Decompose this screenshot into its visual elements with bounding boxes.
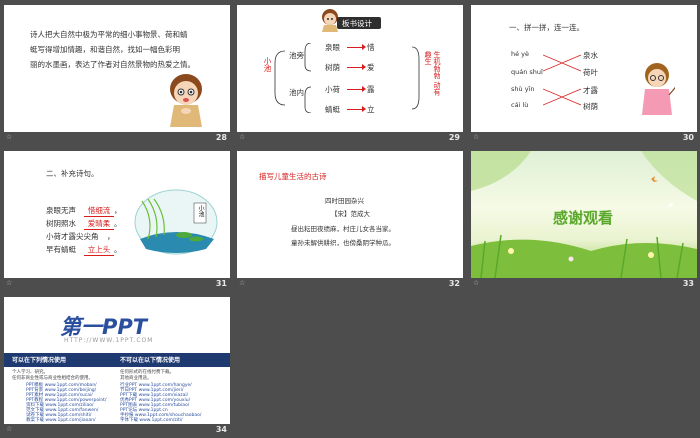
allowed-sub-2: 任何非商业性或与商业性相结合的使用。 xyxy=(12,376,93,381)
poem-author: 【宋】范成大 xyxy=(331,210,370,218)
pinyin-1: hé yè xyxy=(511,50,530,58)
thanks-title: 感谢观看 xyxy=(553,209,614,227)
forbidden-sub-2: 其他商业用途。 xyxy=(120,376,152,381)
star-icon[interactable]: ☆ xyxy=(473,133,479,141)
usage-forbidden-title: 不可以在以下情况使用 xyxy=(120,357,181,364)
right-title: 生机勃勃 动有趣生 xyxy=(424,51,441,96)
slide-33[interactable]: 感谢观看 ☆ 33 xyxy=(471,151,697,292)
poem-line-1: 昼出耘田夜绩麻，村庄儿女各当家。 xyxy=(291,225,395,233)
slide-number: 33 xyxy=(682,279,694,288)
star-icon[interactable]: ☆ xyxy=(6,279,12,287)
result-3: 露 xyxy=(367,85,375,94)
usage-allowed-title: 可以在下列情况使用 xyxy=(12,357,67,364)
group-label-chipang: 池旁 xyxy=(289,51,304,60)
picture-label: 小池 xyxy=(197,205,204,217)
cartoon-girl-icon xyxy=(170,74,202,127)
arrow xyxy=(347,106,366,112)
word-4: 树荫 xyxy=(583,102,598,111)
line-1-suffix: ， xyxy=(114,206,122,215)
slide-number: 30 xyxy=(682,133,694,142)
matching-lines xyxy=(543,54,582,106)
slide-number: 31 xyxy=(215,279,227,288)
line-4-prefix: 早有蜻蜓 xyxy=(46,245,76,254)
slide-number: 32 xyxy=(448,279,460,288)
slide-32-thumbnail[interactable]: 描写儿童生活的古诗 四时田园杂兴 【宋】范成大 昼出耘田夜绩麻，村庄儿女各当家。… xyxy=(237,151,463,278)
word-1: 泉水 xyxy=(583,51,598,60)
slide-34-thumbnail[interactable]: 第一PPT HTTP://WWW.1PPT.COM 可以在下列情况使用 不可以在… xyxy=(4,297,230,424)
brand-url: HTTP://WWW.1PPT.COM xyxy=(64,337,154,344)
poem-section-heading: 描写儿童生活的古诗 xyxy=(259,172,327,181)
slide-33-footer: ☆ 33 xyxy=(471,278,697,292)
slide-34[interactable]: 第一PPT HTTP://WWW.1PPT.COM 可以在下列情况使用 不可以在… xyxy=(4,297,230,438)
result-1: 惜 xyxy=(367,43,375,52)
line-2-answer: 爱晴柔 xyxy=(84,218,114,230)
arrow xyxy=(347,86,366,92)
banner-label: 板书设计 xyxy=(342,19,372,28)
item-3: 小荷 xyxy=(325,85,340,94)
line-2-prefix: 树阴照水 xyxy=(46,219,76,228)
slide-31-thumbnail[interactable]: 二、补充诗句。 泉眼无声 惜细流 ， 树阴照水 爱晴柔 。 小荷才露尖尖角 ， … xyxy=(4,151,230,278)
item-1: 泉眼 xyxy=(325,43,340,52)
slide-32[interactable]: 描写儿童生活的古诗 四时田园杂兴 【宋】范成大 昼出耘田夜绩麻，村庄儿女各当家。… xyxy=(237,151,463,292)
poem-line-2: 童孙未解供耕织，也傍桑阴学种瓜。 xyxy=(291,239,395,247)
pinyin-2: quán shuǐ xyxy=(511,68,543,76)
slide-28-footer: ☆ 28 xyxy=(4,132,230,146)
slide-32-footer: ☆ 32 xyxy=(237,278,463,292)
exercise-heading: 二、补充诗句。 xyxy=(46,169,99,178)
result-4: 立 xyxy=(367,105,375,114)
item-4: 蜻蜓 xyxy=(325,105,340,114)
slide-33-thumbnail[interactable]: 感谢观看 xyxy=(471,151,697,278)
exercise-heading: 一、拼一拼，连一连。 xyxy=(509,23,584,32)
teacher-girl-icon xyxy=(642,63,675,115)
star-icon[interactable]: ☆ xyxy=(6,425,12,433)
line-4-answer: 立上头 xyxy=(84,244,114,256)
slide-28-thumbnail[interactable]: 诗人把大自然中极为平常的细小事物景、荷和蜻 蜓写得增加情趣，和谐自然，找如一幅色… xyxy=(4,5,230,132)
arrow xyxy=(347,44,366,50)
slide-28-text-line-2: 蜓写得增加情趣，和谐自然，找如一幅色彩明 xyxy=(30,45,180,54)
line-3-suffix: ， xyxy=(107,232,115,241)
slide-number: 34 xyxy=(215,425,227,434)
blackboard-banner: 板书设计 xyxy=(337,17,381,29)
poem-title: 四时田园杂兴 xyxy=(325,197,364,205)
star-icon[interactable]: ☆ xyxy=(473,279,479,287)
slide-30-thumbnail[interactable]: 一、拼一拼，连一连。 hé yè quán shuǐ shù yīn cái l… xyxy=(471,5,697,132)
slide-30[interactable]: 一、拼一拼，连一连。 hé yè quán shuǐ shù yīn cái l… xyxy=(471,5,697,146)
arrow xyxy=(347,64,366,70)
group-label-chinei: 池内 xyxy=(289,88,304,97)
link-item[interactable]: 教案下载 www.1ppt.com/jiaoan/ xyxy=(26,417,96,423)
line-3-prefix: 小荷才露尖尖角 xyxy=(46,232,99,241)
item-2: 树荫 xyxy=(325,63,340,72)
link-item[interactable]: 字体下载 www.1ppt.com/ziti/ xyxy=(120,417,183,423)
slide-30-footer: ☆ 30 xyxy=(471,132,697,146)
word-2: 荷叶 xyxy=(583,68,598,77)
pond-picture xyxy=(134,189,218,255)
pinyin-4: cái lù xyxy=(511,101,529,109)
line-1-answer: 惜细流 xyxy=(84,205,114,217)
slide-28-text-line-1: 诗人把大自然中极为平常的细小事物景、荷和蜻 xyxy=(30,30,188,39)
slide-28[interactable]: 诗人把大自然中极为平常的细小事物景、荷和蜻 蜓写得增加情趣，和谐自然，找如一幅色… xyxy=(4,5,230,146)
slide-29[interactable]: 板书设计 小池 池旁 池内 泉眼 树荫 小荷 蜻蜓 惜 爱 露 立 生机勃勃 动… xyxy=(237,5,463,146)
line-4-suffix: 。 xyxy=(114,245,122,254)
star-icon[interactable]: ☆ xyxy=(239,133,245,141)
result-2: 爱 xyxy=(367,63,375,72)
slide-28-text-line-3: 丽的水墨画，表达了作者对自然景物的热爱之情。 xyxy=(30,60,195,69)
line-1-prefix: 泉眼无声 xyxy=(46,206,76,215)
star-icon[interactable]: ☆ xyxy=(239,279,245,287)
line-2-suffix: 。 xyxy=(114,219,122,228)
pinyin-3: shù yīn xyxy=(511,85,535,93)
word-3: 才露 xyxy=(583,86,598,95)
star-icon[interactable]: ☆ xyxy=(6,133,12,141)
slide-31-footer: ☆ 31 xyxy=(4,278,230,292)
slide-29-footer: ☆ 29 xyxy=(237,132,463,146)
slide-number: 29 xyxy=(448,133,460,142)
slide-34-footer: ☆ 34 xyxy=(4,424,230,438)
slide-number: 28 xyxy=(215,133,227,142)
slide-29-thumbnail[interactable]: 板书设计 小池 池旁 池内 泉眼 树荫 小荷 蜻蜓 惜 爱 露 立 生机勃勃 动… xyxy=(237,5,463,132)
slide-31[interactable]: 二、补充诗句。 泉眼无声 惜细流 ， 树阴照水 爱晴柔 。 小荷才露尖尖角 ， … xyxy=(4,151,230,292)
